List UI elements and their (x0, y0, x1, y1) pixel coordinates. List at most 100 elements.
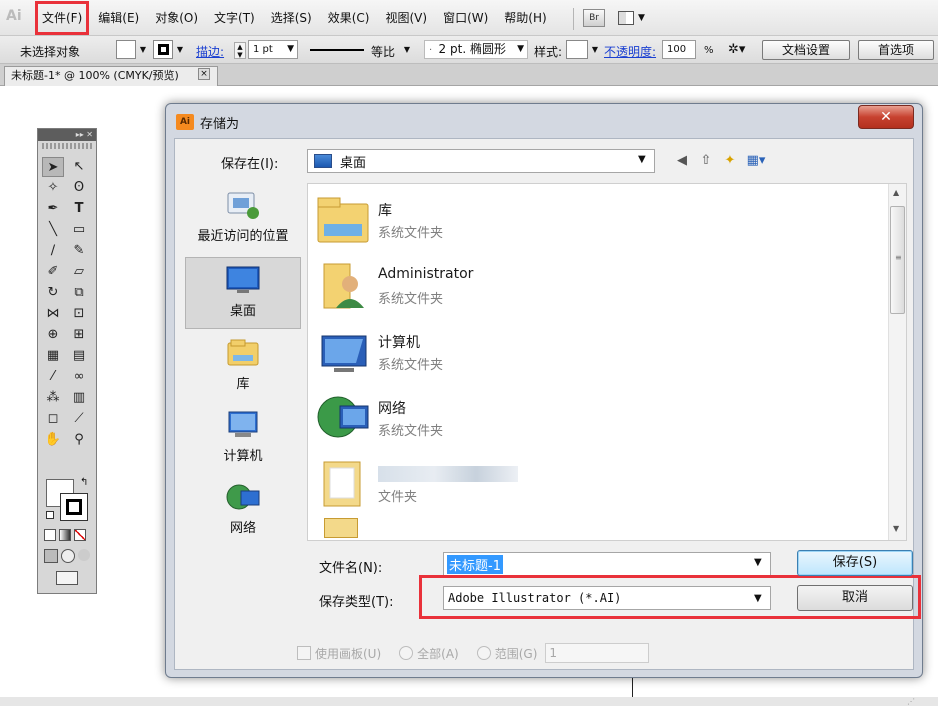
swap-fill-stroke-icon[interactable]: ↰ (80, 477, 88, 488)
list-item[interactable]: 计算机 系统文件夹 (314, 320, 874, 384)
draw-inside-icon[interactable] (78, 549, 90, 561)
draw-behind-icon[interactable] (61, 549, 75, 563)
draw-normal-icon[interactable] (44, 549, 58, 563)
arrange-documents-button[interactable]: ▼ (618, 9, 654, 27)
menu-view[interactable]: 视图(V) (377, 0, 435, 36)
chevron-down-icon[interactable]: ▼ (754, 557, 762, 568)
shape-builder-tool-icon[interactable]: ⊕ (42, 325, 64, 345)
up-folder-icon[interactable]: ⇧ (697, 153, 715, 169)
fill-color-swatch[interactable] (116, 40, 136, 59)
filename-input[interactable]: 未标题-1 ▼ (443, 552, 771, 576)
zoom-tool-icon[interactable]: ⚲ (68, 430, 90, 450)
default-colors-icon[interactable] (46, 511, 54, 519)
rotate-tool-icon[interactable]: ↻ (42, 283, 64, 303)
recolor-artwork-icon[interactable]: ✲▾ (728, 42, 745, 57)
list-item[interactable]: 文件夹 (314, 452, 874, 516)
screen-mode-icon[interactable] (56, 571, 78, 585)
stroke-color-swatch[interactable] (153, 40, 173, 59)
tools-panel-header[interactable]: ▸▸ ✕ (38, 129, 96, 141)
type-tool-icon[interactable]: T (68, 199, 90, 219)
stroke-swatch[interactable] (60, 493, 88, 521)
close-icon[interactable]: × (198, 68, 210, 80)
direct-selection-tool-icon[interactable]: ↖ (68, 157, 90, 177)
gradient-tool-icon[interactable]: ▤ (68, 346, 90, 366)
stroke-link[interactable]: 描边: (196, 43, 224, 60)
close-button[interactable]: ✕ (858, 105, 914, 129)
list-item[interactable]: 网络 系统文件夹 (314, 386, 874, 450)
bridge-button[interactable]: Br (583, 9, 605, 27)
eyedropper-tool-icon[interactable]: ⁄ (42, 367, 64, 387)
menu-type[interactable]: 文字(T) (206, 0, 263, 36)
chevron-down-icon[interactable]: ▼ (401, 42, 413, 58)
all-radio[interactable] (399, 646, 414, 660)
range-radio[interactable] (476, 646, 491, 660)
save-in-dropdown[interactable]: 桌面 ▼ (307, 149, 655, 173)
place-libraries[interactable]: 库 (185, 331, 301, 403)
hand-tool-icon[interactable]: ✋ (42, 430, 64, 450)
menu-edit[interactable]: 编辑(E) (90, 0, 147, 36)
menu-file[interactable]: 文件(F) (34, 0, 90, 36)
menu-object[interactable]: 对象(O) (147, 0, 206, 36)
use-artboards-checkbox[interactable] (297, 646, 311, 660)
tools-panel-grip[interactable] (42, 143, 92, 149)
line-tool-icon[interactable]: ╲ (42, 220, 64, 240)
symbol-sprayer-tool-icon[interactable]: ⁂ (42, 388, 64, 408)
graphic-style-swatch[interactable] (566, 40, 588, 59)
list-item[interactable]: 库 系统文件夹 (314, 188, 874, 252)
stroke-weight-stepper[interactable]: ▲ ▼ (234, 42, 246, 59)
rectangle-tool-icon[interactable]: ▭ (68, 220, 90, 240)
new-folder-icon[interactable]: ✦ (721, 153, 739, 169)
blend-tool-icon[interactable]: ∞ (68, 367, 90, 387)
list-item[interactable]: Administrator 系统文件夹 (314, 254, 874, 318)
list-item[interactable] (314, 518, 874, 538)
menu-window[interactable]: 窗口(W) (435, 0, 496, 36)
column-graph-tool-icon[interactable]: ▥ (68, 388, 90, 408)
place-computer[interactable]: 计算机 (185, 403, 301, 475)
eraser-tool-icon[interactable]: ▱ (68, 262, 90, 282)
place-recent[interactable]: 最近访问的位置 (185, 183, 301, 255)
lasso-tool-icon[interactable]: ʘ (68, 178, 90, 198)
mesh-tool-icon[interactable]: ▦ (42, 346, 64, 366)
artboard-tool-icon[interactable]: ◻ (42, 409, 64, 429)
pen-tool-icon[interactable]: ✒ (42, 199, 64, 219)
save-button[interactable]: 保存(S) (797, 550, 913, 576)
opacity-link[interactable]: 不透明度: (604, 43, 656, 60)
preferences-button[interactable]: 首选项 (858, 40, 934, 60)
scrollbar-thumb[interactable]: ≡ (890, 206, 905, 314)
menu-help[interactable]: 帮助(H) (496, 0, 554, 36)
document-tab[interactable]: 未标题-1* @ 100% (CMYK/预览) (4, 66, 218, 86)
scale-tool-icon[interactable]: ⧉ (68, 283, 90, 303)
paintbrush-tool-icon[interactable]: ∕ (42, 241, 64, 261)
perspective-grid-tool-icon[interactable]: ⊞ (68, 325, 90, 345)
slice-tool-icon[interactable]: ⟋ (68, 409, 90, 429)
chevron-down-icon[interactable]: ▼ (174, 42, 186, 58)
width-tool-icon[interactable]: ⋈ (42, 304, 64, 324)
resize-grip-icon[interactable]: ⋰ (907, 697, 915, 706)
stroke-profile-line[interactable] (310, 49, 364, 51)
view-menu-icon[interactable]: ▦▾ (743, 153, 769, 169)
document-setup-button[interactable]: 文档设置 (762, 40, 850, 60)
pencil-tool-icon[interactable]: ✎ (68, 241, 90, 261)
scroll-up-icon[interactable]: ▲ (893, 188, 899, 197)
selection-tool-icon[interactable]: ➤ (42, 157, 64, 177)
menu-select[interactable]: 选择(S) (263, 0, 320, 36)
magic-wand-tool-icon[interactable]: ✧ (42, 178, 64, 198)
none-mode-icon[interactable] (74, 529, 86, 541)
place-desktop[interactable]: 桌面 (185, 257, 301, 329)
place-network[interactable]: 网络 (185, 475, 301, 547)
color-mode-icon[interactable] (44, 529, 56, 541)
free-transform-tool-icon[interactable]: ⊡ (68, 304, 90, 324)
blob-brush-tool-icon[interactable]: ✐ (42, 262, 64, 282)
range-input[interactable]: 1 (545, 643, 650, 663)
brush-definition-field[interactable]: · 2 pt. 椭圆形 ▼ (424, 40, 528, 59)
stroke-weight-field[interactable]: 1 pt ▼ (248, 40, 298, 59)
vertical-scrollbar[interactable]: ▲ ≡ ▼ (888, 184, 906, 540)
back-icon[interactable]: ◀ (673, 153, 691, 169)
gradient-mode-icon[interactable] (59, 529, 71, 541)
opacity-field[interactable]: 100 (662, 40, 696, 59)
chevron-down-icon[interactable]: ▼ (137, 42, 149, 58)
menu-effect[interactable]: 效果(C) (320, 0, 378, 36)
cancel-button[interactable]: 取消 (797, 585, 913, 611)
scroll-down-icon[interactable]: ▼ (893, 524, 899, 533)
chevron-down-icon[interactable]: ▼ (589, 42, 601, 58)
